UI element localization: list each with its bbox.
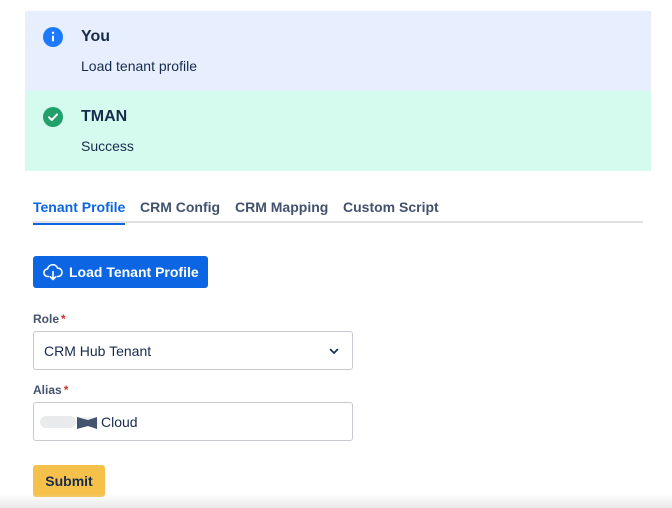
chevron-down-icon [329,348,339,354]
role-required-mark: * [61,312,66,326]
info-flag: You Load tenant profile [25,11,651,91]
info-flag-title: You [81,28,111,45]
load-tenant-profile-button[interactable]: Load Tenant Profile [33,256,208,288]
cloud-download-icon [43,263,63,281]
success-flag-title: TMAN [81,108,128,125]
alias-input[interactable]: Cloud [33,402,353,441]
load-tenant-profile-label: Load Tenant Profile [69,264,199,280]
tab-crm-config[interactable]: CRM Config [140,199,220,223]
info-icon [43,27,63,47]
check-circle-icon [43,107,63,127]
submit-button[interactable]: Submit [33,465,105,497]
role-label-text: Role [33,312,60,326]
tab-tenant-profile[interactable]: Tenant Profile [33,199,126,225]
success-flag-body: Success [81,138,134,154]
tab-bar: Tenant Profile CRM Config CRM Mapping Cu… [33,199,643,225]
role-select-value: CRM Hub Tenant [44,343,152,359]
tab-custom-script[interactable]: Custom Script [343,199,439,223]
bottom-edge-shadow [0,494,672,508]
redacted-block [77,417,97,429]
success-flag: TMAN Success [25,91,651,171]
redacted-blur [40,416,76,428]
tab-crm-mapping[interactable]: CRM Mapping [235,199,328,223]
alias-label: Alias * [33,383,68,397]
role-label: Role * [33,312,66,326]
alias-input-value: Cloud [101,414,138,430]
alias-required-mark: * [63,383,69,397]
role-select[interactable]: CRM Hub Tenant [33,331,353,370]
alias-label-text: Alias [33,383,62,397]
info-flag-body: Load tenant profile [81,58,197,74]
